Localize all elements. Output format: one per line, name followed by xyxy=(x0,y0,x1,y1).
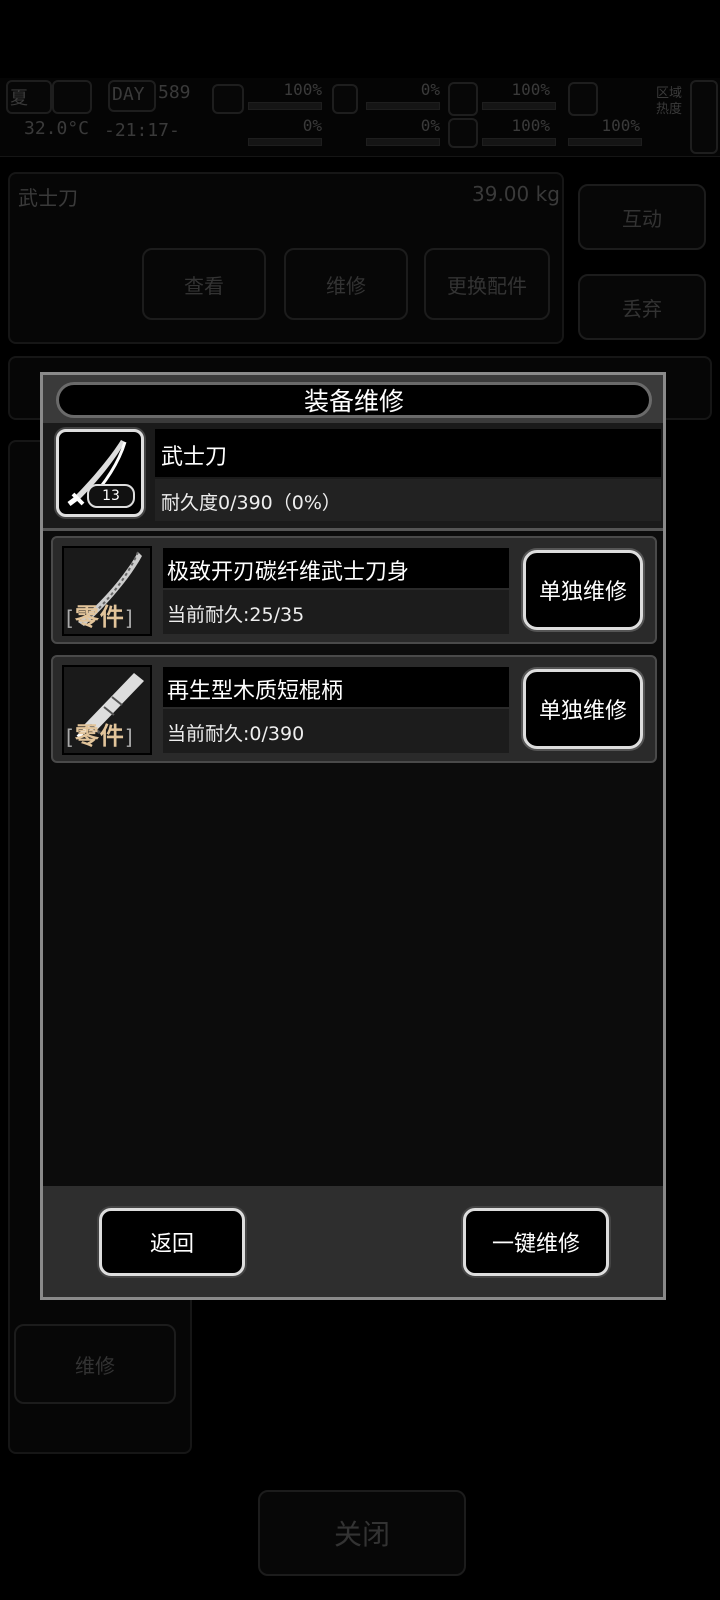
item-name-box: 武士刀 xyxy=(155,429,661,477)
moon-icon xyxy=(52,80,92,114)
part-row: [零件] 再生型木质短棍柄 当前耐久:0/390 单独维修 xyxy=(51,655,657,763)
repair-single-button[interactable]: 单独维修 xyxy=(523,669,643,749)
item-level-badge: 13 xyxy=(87,484,135,508)
temperature-readout: 32.0°C xyxy=(24,118,90,139)
background-item-title: 武士刀 xyxy=(18,186,78,210)
back-button[interactable]: 返回 xyxy=(99,1208,245,1276)
mind-icon xyxy=(448,82,478,116)
dialog-footer: 返回 一键维修 xyxy=(43,1186,663,1297)
part-name: 极致开刃碳纤维武士刀身 xyxy=(167,560,410,585)
clock-readout: -21:17- xyxy=(104,120,180,141)
mood-bar xyxy=(482,138,556,146)
part-durability: 当前耐久:25/35 xyxy=(167,604,305,626)
stamina-pct: 100% xyxy=(601,116,640,135)
health-pct: 100% xyxy=(283,80,322,99)
close-button[interactable]: 关闭 xyxy=(258,1490,466,1576)
thirst-pct: 0% xyxy=(420,116,440,135)
part-tag: [零件] xyxy=(66,722,134,750)
interact-button[interactable]: 互动 xyxy=(578,184,706,250)
blood-bar xyxy=(248,138,322,146)
thirst-bar xyxy=(366,138,440,146)
replace-parts-button[interactable]: 更换配件 xyxy=(424,248,550,320)
sanity-bar xyxy=(482,102,556,110)
repair-all-button[interactable]: 一键维修 xyxy=(463,1208,609,1276)
stomach-icon xyxy=(332,84,358,114)
handle-part-icon: [零件] xyxy=(62,665,152,755)
hunger-bar xyxy=(366,102,440,110)
part-name-box: 极致开刃碳纤维武士刀身 xyxy=(163,548,509,588)
blood-pct: 0% xyxy=(302,116,322,135)
part-durability-box: 当前耐久:25/35 xyxy=(163,590,509,634)
discard-button[interactable]: 丢弃 xyxy=(578,274,706,340)
dialog-title: 装备维修 xyxy=(56,382,652,418)
season-badge: 夏 xyxy=(6,80,52,114)
background-item-weight: 39.00 kg xyxy=(472,182,560,206)
heart-icon xyxy=(448,118,478,148)
side-meter xyxy=(690,80,718,154)
part-name-box: 再生型木质短棍柄 xyxy=(163,667,509,707)
hunger-pct: 0% xyxy=(420,80,440,99)
part-durability-box: 当前耐久:0/390 xyxy=(163,709,509,753)
sanity-pct: 100% xyxy=(511,80,550,99)
day-number: 589 xyxy=(158,82,191,103)
item-durability: 耐久度0/390（0%） xyxy=(161,492,341,514)
stamina-bar xyxy=(568,138,642,146)
stamina-icon xyxy=(568,82,598,116)
part-durability: 当前耐久:0/390 xyxy=(167,723,305,745)
blade-part-icon: [零件] xyxy=(62,546,152,636)
health-bar xyxy=(248,102,322,110)
medkit-icon xyxy=(212,84,244,114)
repair-single-button[interactable]: 单独维修 xyxy=(523,550,643,630)
item-header: 13 武士刀 耐久度0/390（0%） xyxy=(43,423,663,531)
zone-heat-label: 区域热度 xyxy=(656,86,683,117)
equipment-repair-dialog: 装备维修 13 武士刀 耐久度0/390（0%） [零件] 极致开刃碳纤维武士刀… xyxy=(40,372,666,1300)
item-durability-box: 耐久度0/390（0%） xyxy=(155,479,661,521)
hud-bar: 夏 DAY 589 32.0°C -21:17- 100% 0% 0% 0% 1… xyxy=(0,78,720,157)
side-repair-button[interactable]: 维修 xyxy=(14,1324,176,1404)
item-name: 武士刀 xyxy=(161,445,228,470)
part-tag: [零件] xyxy=(66,603,134,631)
background-repair-button[interactable]: 维修 xyxy=(284,248,408,320)
katana-icon[interactable]: 13 xyxy=(56,429,144,517)
view-button[interactable]: 查看 xyxy=(142,248,266,320)
part-name: 再生型木质短棍柄 xyxy=(167,679,344,704)
day-badge: DAY xyxy=(108,80,156,112)
part-row: [零件] 极致开刃碳纤维武士刀身 当前耐久:25/35 单独维修 xyxy=(51,536,657,644)
mood-pct: 100% xyxy=(511,116,550,135)
